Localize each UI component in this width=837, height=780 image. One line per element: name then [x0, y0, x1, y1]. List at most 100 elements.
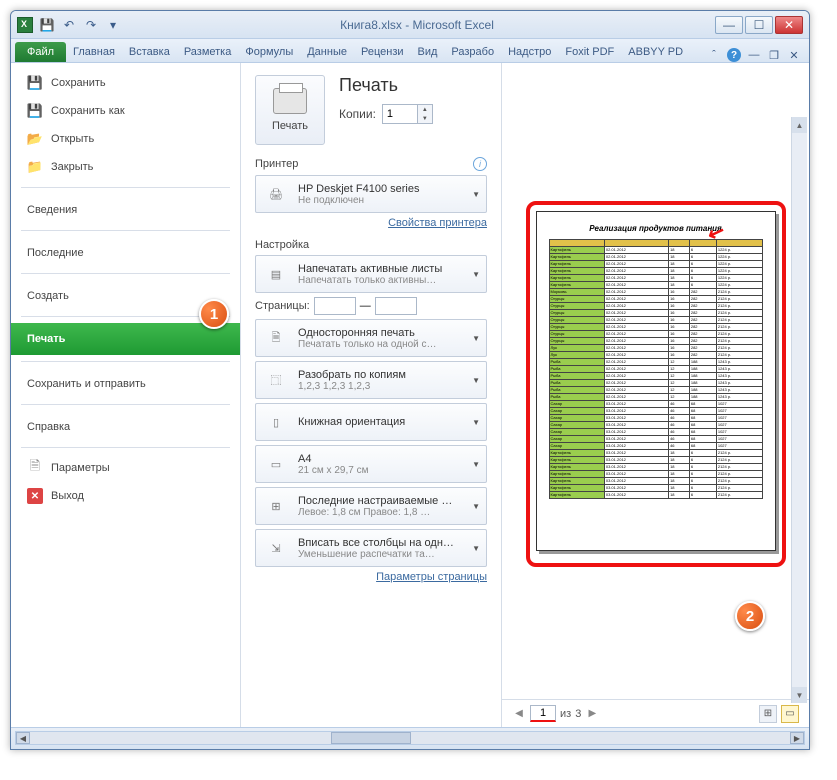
- printer-icon: [273, 88, 307, 114]
- printer-properties-link[interactable]: Свойства принтера: [388, 217, 487, 229]
- separator: [21, 404, 230, 405]
- nav-save[interactable]: 💾Сохранить: [11, 69, 240, 97]
- collate-selector[interactable]: ⿹ Разобрать по копиям1,2,3 1,2,3 1,2,3 ▼: [255, 361, 487, 399]
- maximize-button[interactable]: ☐: [745, 16, 773, 34]
- minimize-ribbon-icon[interactable]: ˆ: [707, 48, 721, 62]
- separator: [21, 447, 230, 448]
- tab-review[interactable]: Рецензи: [354, 42, 411, 62]
- printer-device-icon: 🖨: [262, 180, 290, 208]
- paper-size-selector[interactable]: ▭ A421 см x 29,7 см ▼: [255, 445, 487, 483]
- tab-addins[interactable]: Надстро: [501, 42, 558, 62]
- quick-access-toolbar: 💾 ↶ ↷ ▾: [39, 17, 121, 33]
- printer-selector[interactable]: 🖨 HP Deskjet F4100 seriesНе подключен ▼: [255, 175, 487, 213]
- preview-page: ↙ Реализация продуктов питания Картофель…: [536, 211, 776, 551]
- save-icon: 💾: [27, 75, 43, 91]
- help-icon[interactable]: ?: [727, 48, 741, 62]
- next-page-button[interactable]: ▶: [585, 707, 599, 721]
- copies-input[interactable]: [383, 105, 417, 123]
- redo-icon[interactable]: ↷: [83, 17, 99, 33]
- separator: [21, 273, 230, 274]
- tab-view[interactable]: Вид: [411, 42, 445, 62]
- setting-title: Последние настраиваемые …: [298, 495, 460, 507]
- scroll-right-icon[interactable]: ▶: [790, 732, 804, 744]
- nav-save-as[interactable]: 💾 Сохранить как: [11, 97, 240, 125]
- chevron-down-icon: ▼: [468, 544, 480, 553]
- preview-footer: ◀ из 3 ▶ ⊞ ▭: [502, 699, 809, 727]
- nav-print[interactable]: Печать: [11, 323, 240, 355]
- saveas-icon: 💾: [27, 103, 43, 119]
- tab-layout[interactable]: Разметка: [177, 42, 239, 62]
- nav-info[interactable]: Сведения: [11, 194, 240, 224]
- show-margins-button[interactable]: ⊞: [759, 705, 777, 723]
- separator: [21, 187, 230, 188]
- zoom-to-page-button[interactable]: ▭: [781, 705, 799, 723]
- nav-label: Сохранить как: [51, 105, 125, 117]
- tab-abbyy[interactable]: ABBYY PD: [621, 42, 690, 62]
- close-button[interactable]: ✕: [775, 16, 803, 34]
- print-what-selector[interactable]: ▤ Напечатать активные листыНапечатать то…: [255, 255, 487, 293]
- horizontal-scrollbar[interactable]: ◀ ▶: [15, 731, 805, 745]
- tab-home[interactable]: Главная: [66, 42, 122, 62]
- nav-help[interactable]: Справка: [11, 411, 240, 441]
- pages-to-input[interactable]: [375, 297, 417, 315]
- nav-recent[interactable]: Последние: [11, 237, 240, 267]
- printer-info-icon[interactable]: i: [473, 157, 487, 171]
- scroll-up-icon[interactable]: ▲: [792, 117, 807, 133]
- tab-developer[interactable]: Разрабо: [444, 42, 501, 62]
- setting-sub: 21 см x 29,7 см: [298, 465, 460, 476]
- nav-close[interactable]: 📁Закрыть: [11, 153, 240, 181]
- margins-selector[interactable]: ⊞ Последние настраиваемые …Левое: 1,8 см…: [255, 487, 487, 525]
- paper-icon: ▭: [262, 450, 290, 478]
- callout-2: 2: [735, 601, 765, 631]
- nav-exit[interactable]: ✕Выход: [11, 482, 240, 510]
- print-preview-pane: ↙ Реализация продуктов питания Картофель…: [501, 63, 809, 727]
- tab-data[interactable]: Данные: [300, 42, 354, 62]
- qat-dropdown-icon[interactable]: ▾: [105, 17, 121, 33]
- copies-spinner[interactable]: ▲▼: [382, 104, 433, 124]
- setting-title: Разобрать по копиям: [298, 369, 460, 381]
- undo-icon[interactable]: ↶: [61, 17, 77, 33]
- setting-title: Напечатать активные листы: [298, 263, 460, 275]
- spin-down-icon[interactable]: ▼: [418, 114, 432, 123]
- file-tab[interactable]: Файл: [15, 42, 66, 62]
- nav-open[interactable]: 📂Открыть: [11, 125, 240, 153]
- workbook-close-icon[interactable]: ✕: [787, 48, 801, 62]
- pages-from-input[interactable]: [314, 297, 356, 315]
- portrait-icon: ▯: [262, 408, 290, 436]
- scaling-selector[interactable]: ⇲ Вписать все столбцы на одн…Уменьшение …: [255, 529, 487, 567]
- tab-foxit[interactable]: Foxit PDF: [558, 42, 621, 62]
- tab-insert[interactable]: Вставка: [122, 42, 177, 62]
- workbook-restore-icon[interactable]: ❐: [767, 48, 781, 62]
- nav-share[interactable]: Сохранить и отправить: [11, 368, 240, 398]
- prev-page-button[interactable]: ◀: [512, 707, 526, 721]
- page-setup-link[interactable]: Параметры страницы: [376, 571, 487, 583]
- excel-icon: [17, 17, 33, 33]
- current-page-input[interactable]: [530, 705, 556, 722]
- preview-table: Картофель02.01.20121861224 р.Картофель02…: [549, 239, 763, 499]
- workbook-minimize-icon[interactable]: —: [747, 48, 761, 62]
- save-icon[interactable]: 💾: [39, 17, 55, 33]
- minimize-button[interactable]: —: [715, 16, 743, 34]
- nav-label: Печать: [27, 333, 65, 345]
- settings-section-heading: Настройка: [255, 239, 309, 251]
- scroll-down-icon[interactable]: ▼: [792, 687, 807, 703]
- chevron-down-icon: ▼: [468, 334, 480, 343]
- spin-up-icon[interactable]: ▲: [418, 105, 432, 114]
- scroll-thumb[interactable]: [331, 732, 411, 744]
- vertical-scrollbar[interactable]: ▲ ▼: [791, 117, 807, 703]
- scroll-left-icon[interactable]: ◀: [16, 732, 30, 744]
- orientation-selector[interactable]: ▯ Книжная ориентация ▼: [255, 403, 487, 441]
- print-heading: Печать: [339, 75, 487, 96]
- tab-formulas[interactable]: Формулы: [238, 42, 300, 62]
- print-button[interactable]: Печать: [255, 75, 325, 145]
- preview-highlight: ↙ Реализация продуктов питания Картофель…: [526, 201, 786, 567]
- separator: [21, 230, 230, 231]
- printer-name: HP Deskjet F4100 series: [298, 183, 460, 195]
- printer-status: Не подключен: [298, 195, 460, 206]
- callout-1: 1: [199, 299, 229, 329]
- nav-label: Параметры: [51, 462, 110, 474]
- nav-options[interactable]: 🗎Параметры: [11, 454, 240, 482]
- pages-to-label: —: [360, 300, 371, 312]
- duplex-selector[interactable]: 🗎 Односторонняя печатьПечатать только на…: [255, 319, 487, 357]
- setting-sub: Печатать только на одной с…: [298, 339, 460, 350]
